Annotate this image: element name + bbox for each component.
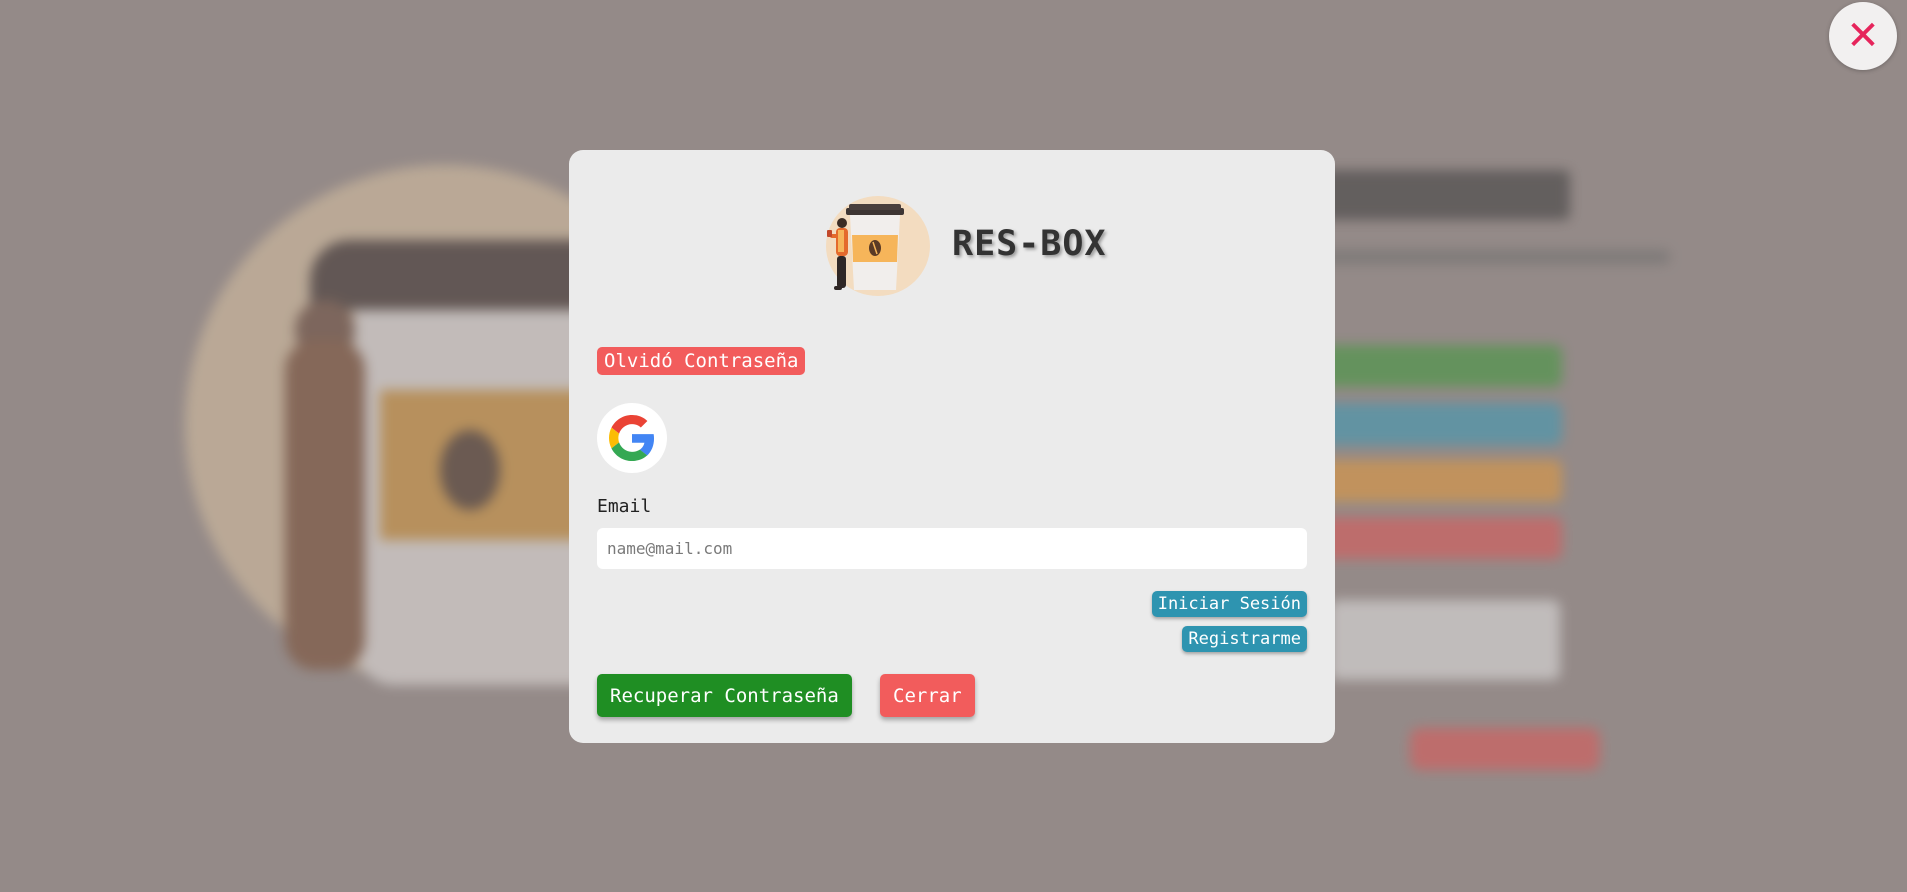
coffee-cup-person-logo	[826, 196, 930, 296]
register-link-button[interactable]: Registrarme	[1182, 626, 1307, 652]
background-title	[1310, 170, 1570, 220]
background-coffee-bean	[440, 430, 500, 510]
email-field[interactable]	[597, 528, 1307, 569]
forgot-password-modal: RES-BOX Olvidó Contraseña Email Iniciar …	[569, 150, 1335, 743]
forgot-password-badge: Olvidó Contraseña	[597, 347, 806, 375]
app-title: RES-BOX	[952, 224, 1107, 264]
background-card	[1330, 600, 1560, 680]
background-orange-button	[1300, 460, 1562, 502]
background-red-button	[1300, 517, 1562, 559]
cancel-button[interactable]: Cerrar	[880, 674, 975, 717]
background-bottom-button	[1410, 728, 1600, 770]
email-label: Email	[597, 496, 652, 517]
background-subtitle	[1290, 250, 1670, 264]
close-icon[interactable]: ✕	[1829, 2, 1897, 70]
brand-header: RES-BOX	[816, 190, 1107, 298]
background-green-button	[1300, 345, 1562, 387]
google-icon	[609, 415, 655, 461]
recover-password-button[interactable]: Recuperar Contraseña	[597, 674, 852, 717]
login-link-button[interactable]: Iniciar Sesión	[1151, 591, 1307, 617]
background-person	[285, 340, 365, 670]
google-login-button[interactable]	[597, 403, 667, 473]
background-blue-button	[1300, 403, 1562, 445]
